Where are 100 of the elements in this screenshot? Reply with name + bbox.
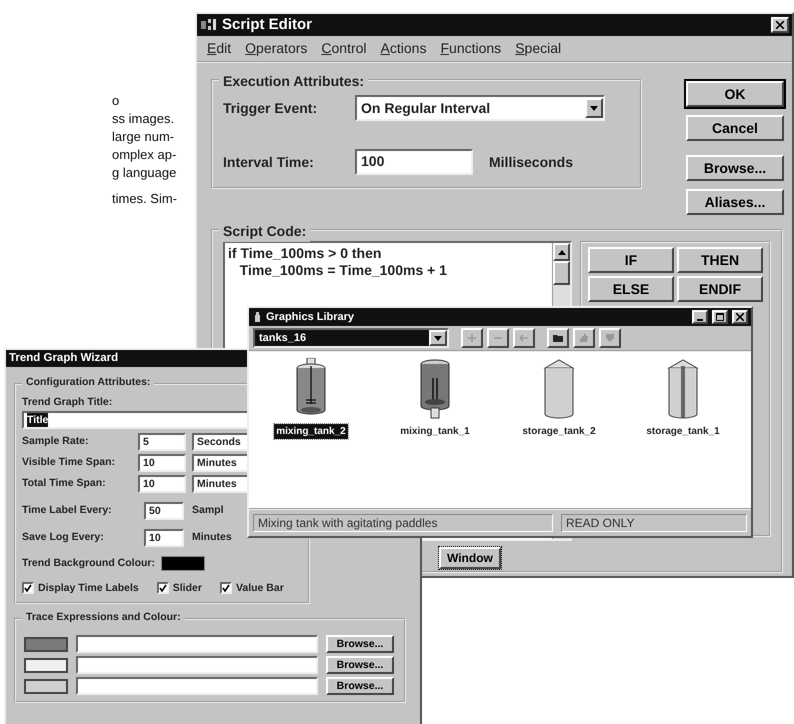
menu-item[interactable]: Functions [440,38,502,59]
checkbox-label: Display Time Labels [38,580,139,596]
browse-button[interactable]: Browse... [326,656,394,674]
field-label: Sample Rate: [22,434,90,449]
minimize-button[interactable] [692,310,708,324]
window-title: Script Editor [222,14,314,35]
close-icon [736,313,744,321]
dropdown-arrow-button[interactable] [429,330,447,346]
checkbox-label: Value Bar [236,580,284,596]
dialog-button[interactable]: OK [686,81,784,107]
body-text: large num- [112,128,176,146]
dialog-button[interactable]: Aliases... [686,189,784,215]
app-icon [200,18,218,32]
maximize-button[interactable] [712,310,728,324]
close-icon [776,21,784,29]
field-label: Save Log Every: [22,530,105,545]
toolbar-button[interactable] [573,328,595,348]
window-title: Graphics Library [266,310,356,325]
input-field[interactable]: 50 [144,502,184,520]
checkbox-label: Slider [172,580,202,596]
cylinder-tank-icon[interactable] [665,358,701,420]
toolbar-button[interactable] [513,328,535,348]
keyword-button[interactable]: THEN [677,247,763,273]
plus-icon [467,333,477,343]
dialog-button[interactable]: Cancel [686,115,784,141]
field-label: Interval Time: [223,152,315,172]
field-label: Trend Graph Title: [22,395,114,410]
toolbar-button[interactable] [487,328,509,348]
input-field[interactable] [76,635,318,654]
toolbar-button[interactable] [461,328,483,348]
icon-label[interactable]: mixing_tank_1 [398,424,472,439]
dropdown-value: On Regular Interval [360,98,492,118]
selected-text: Title [27,412,48,427]
menu-item[interactable]: Special [515,38,562,59]
dropdown[interactable]: tanks_16 [253,328,449,348]
input-field[interactable]: 10 [144,528,184,547]
field-label: Total Time Span: [22,476,107,491]
browse-button[interactable]: Browse... [326,635,394,654]
colour-swatch[interactable] [24,636,68,652]
colour-swatch[interactable] [161,556,206,572]
browse-button[interactable]: Browse... [326,677,394,696]
input-field[interactable]: 10 [138,454,186,472]
maximize-icon [716,313,724,321]
window-button[interactable]: Window [439,547,501,569]
check-icon [24,584,32,592]
field-label: Trend Background Colour: [22,556,156,571]
scroll-up-button[interactable] [553,243,570,261]
unit-label: Minutes [192,530,232,545]
colour-swatch[interactable] [24,678,68,694]
checkbox[interactable] [220,582,232,594]
body-text: o [112,92,120,110]
keyword-button[interactable]: ELSE [588,276,674,302]
body-text: ss images. [112,110,176,128]
toolbar-button[interactable] [547,328,569,348]
toolbar-button[interactable] [599,328,621,348]
folder-icon [553,333,563,343]
keyword-button[interactable]: ENDIF [677,276,763,302]
dialog-button[interactable]: Browse... [686,155,784,181]
close-button[interactable] [732,310,748,324]
cylinder-tank-icon[interactable] [541,358,577,420]
checkbox[interactable] [156,582,169,594]
dropdown[interactable]: On Regular Interval [355,95,605,121]
body-text: omplex ap- [112,146,177,164]
hand-icon [579,333,589,343]
scroll-thumb[interactable] [553,261,570,285]
caret-icon [434,336,442,340]
menu-item[interactable]: Actions [380,38,426,59]
icon-label[interactable]: storage_tank_1 [644,424,722,439]
field-label: Trigger Event: [223,98,318,118]
body-text: g language [112,164,177,182]
unit-label: Sampl [192,502,224,518]
input-field[interactable]: 5 [138,432,186,451]
check-icon [222,584,230,592]
close-button[interactable] [771,17,789,33]
body-text: times. Sim- [112,190,177,208]
menu-item[interactable]: Operators [245,38,308,59]
dropdown-value: tanks_16 [255,330,429,346]
icon-label[interactable]: storage_tank_2 [520,424,598,439]
checkbox[interactable] [22,582,34,594]
icon-label[interactable]: mixing_tank_2 [274,424,348,439]
dropdown-arrow-button[interactable] [585,98,603,118]
colour-swatch[interactable] [24,658,68,673]
library-icon [252,311,262,323]
input-field[interactable] [76,656,318,674]
code-line: if Time_100ms > 0 then [228,245,382,262]
field-label: Time Label Every: [22,502,113,518]
window-title: Trend Graph Wizard [9,350,118,366]
input-field[interactable]: 10 [138,474,186,493]
field-label: Visible Time Span: [22,454,116,470]
input-field[interactable] [76,677,318,696]
menu-item[interactable]: Control [321,38,367,59]
unit-label: Milliseconds [489,152,574,172]
input-field[interactable]: 100 [355,149,473,175]
status-text: Mixing tank with agitating paddles [253,514,553,532]
status-mode: READ ONLY [561,514,747,532]
caret-icon [590,106,598,110]
check-icon [158,584,167,592]
keyword-button[interactable]: IF [588,247,674,273]
menu-item[interactable]: Edit [207,38,232,59]
caret-icon [558,250,566,254]
